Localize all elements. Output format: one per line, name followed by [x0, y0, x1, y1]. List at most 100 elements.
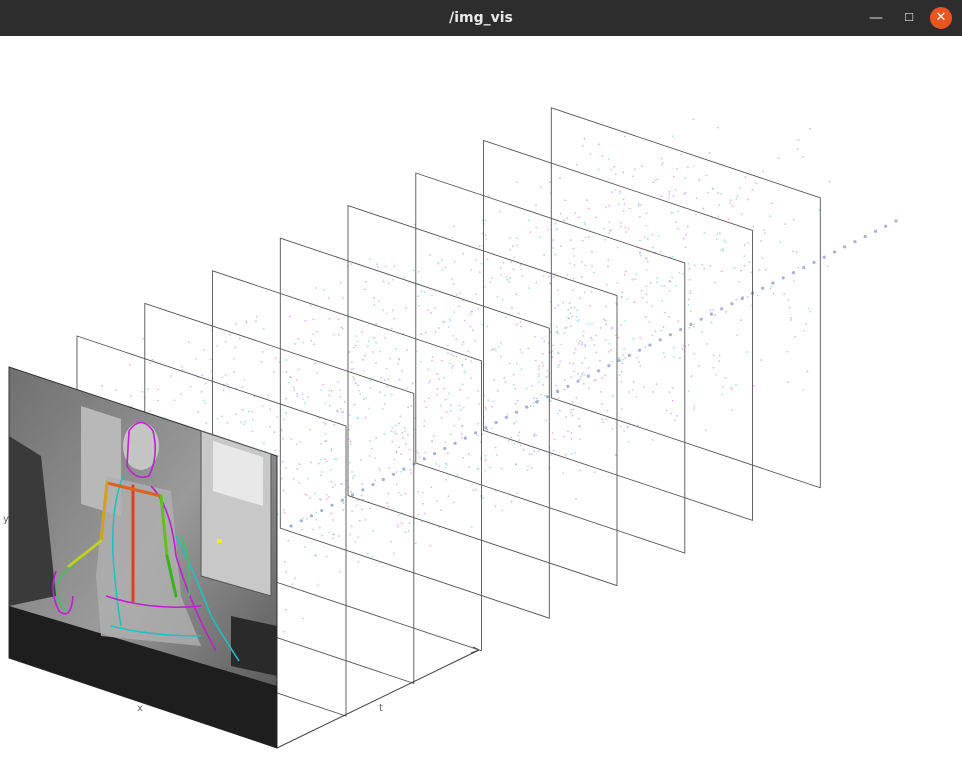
- event-point: [567, 430, 569, 433]
- event-point: [518, 431, 521, 434]
- event-point: [320, 458, 322, 461]
- event-point: [650, 305, 653, 308]
- event-point: [806, 370, 809, 373]
- event-point: [484, 460, 487, 462]
- frame-plane: [483, 139, 753, 522]
- event-point: [330, 390, 333, 392]
- event-point: [477, 467, 480, 470]
- event-point: [722, 386, 724, 388]
- visualization-canvas[interactable]: x y t: [1, 36, 961, 756]
- event-point: [575, 498, 577, 501]
- event-point: [547, 375, 550, 377]
- event-point: [614, 189, 617, 192]
- event-point: [379, 391, 382, 393]
- event-point: [688, 326, 691, 329]
- event-point: [520, 263, 522, 266]
- event-point: [574, 212, 576, 214]
- minimize-button[interactable]: —: [864, 6, 888, 30]
- event-point: [560, 245, 562, 248]
- event-point: [674, 189, 677, 192]
- event-point: [461, 424, 463, 427]
- event-point: [605, 206, 608, 209]
- event-point: [580, 275, 583, 278]
- event-point: [363, 288, 366, 291]
- event-point: [443, 376, 445, 379]
- event-point: [407, 406, 410, 408]
- event-point: [332, 519, 335, 521]
- event-point: [683, 192, 686, 195]
- event-point: [736, 195, 739, 198]
- event-point: [320, 471, 323, 473]
- event-point: [359, 459, 362, 461]
- event-point: [414, 542, 417, 545]
- app-window: /img_vis — ☐ ✕ x y t: [0, 0, 962, 757]
- event-point: [276, 416, 279, 418]
- title-bar[interactable]: /img_vis — ☐ ✕: [0, 0, 962, 36]
- event-point: [677, 228, 680, 231]
- event-point: [569, 325, 572, 327]
- event-point: [461, 343, 464, 346]
- event-point: [398, 446, 400, 449]
- event-point: [325, 460, 328, 463]
- event-point: [114, 389, 117, 391]
- event-point: [687, 263, 690, 265]
- event-point: [760, 240, 762, 243]
- event-point: [520, 268, 522, 271]
- event-point: [613, 165, 616, 168]
- event-point: [639, 254, 642, 257]
- trajectory-point: [658, 338, 662, 342]
- event-point: [552, 247, 554, 249]
- event-point: [489, 281, 492, 283]
- trajectory-point: [515, 410, 519, 414]
- event-point: [251, 430, 254, 433]
- event-point: [509, 276, 511, 279]
- event-point: [459, 408, 462, 411]
- maximize-button[interactable]: ☐: [897, 6, 921, 30]
- event-point: [632, 381, 635, 384]
- event-point: [293, 389, 296, 391]
- event-point: [369, 387, 372, 389]
- event-point: [582, 372, 584, 374]
- event-point: [309, 304, 312, 307]
- event-point: [189, 385, 192, 388]
- event-point: [307, 396, 310, 398]
- event-point: [661, 164, 663, 166]
- event-point: [677, 210, 680, 213]
- event-point: [391, 440, 394, 443]
- event-point: [398, 378, 401, 381]
- frame-plane: [550, 107, 821, 489]
- axis-x-label: x: [137, 703, 143, 714]
- event-point: [147, 388, 149, 391]
- event-point: [424, 331, 427, 334]
- event-point: [610, 191, 613, 194]
- event-point: [428, 254, 431, 256]
- event-point: [441, 259, 443, 262]
- event-point: [328, 394, 331, 397]
- event-point: [720, 192, 723, 195]
- event-point: [229, 333, 231, 336]
- event-point: [491, 427, 493, 430]
- event-point: [538, 381, 540, 383]
- event-point: [344, 400, 346, 403]
- event-point: [718, 360, 721, 362]
- event-point: [582, 382, 585, 385]
- event-point: [486, 325, 489, 328]
- event-point: [421, 492, 424, 494]
- event-point: [515, 463, 517, 466]
- event-point: [401, 431, 404, 434]
- event-point: [440, 416, 443, 419]
- event-point: [470, 269, 473, 271]
- event-point: [393, 552, 395, 555]
- event-point: [503, 377, 506, 379]
- event-point: [639, 336, 642, 339]
- close-button[interactable]: ✕: [930, 7, 952, 29]
- event-point: [307, 477, 309, 480]
- event-point: [374, 479, 377, 482]
- event-point: [287, 539, 290, 542]
- event-point: [436, 373, 438, 376]
- event-point: [241, 408, 244, 411]
- trajectory-point: [320, 508, 324, 513]
- event-point: [426, 309, 429, 312]
- event-point: [487, 399, 490, 402]
- event-point: [485, 408, 487, 411]
